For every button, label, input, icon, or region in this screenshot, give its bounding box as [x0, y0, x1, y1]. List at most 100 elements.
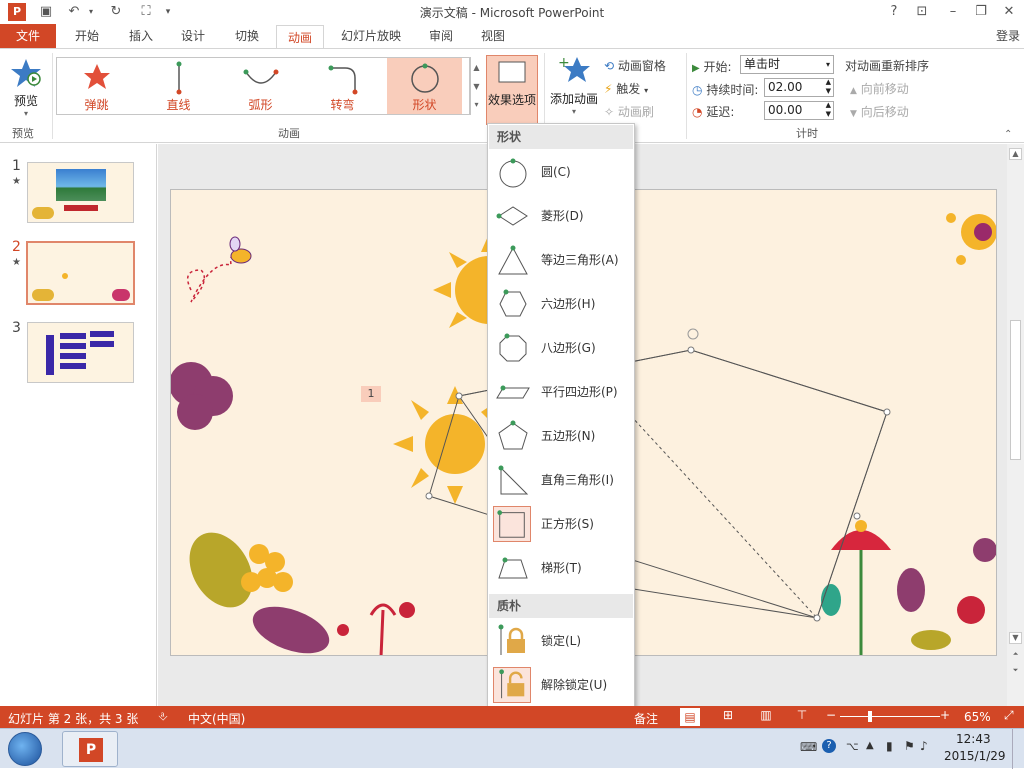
add-animation-button[interactable]: + 添加动画 ▾	[548, 55, 600, 125]
scroll-up-icon[interactable]: ▲	[1009, 148, 1022, 160]
start-button-icon[interactable]	[8, 732, 42, 766]
normal-view-icon[interactable]: ▤	[680, 708, 700, 726]
title-bar: P ▣ ↶ ▾ ↻ ⛶ ▾ 演示文稿 - Microsoft PowerPoin…	[0, 0, 1024, 24]
signin-link[interactable]: 登录	[992, 24, 1024, 49]
volume-icon[interactable]: ♪	[920, 739, 928, 753]
menu-item-triangle[interactable]: 等边三角形(A)	[489, 238, 633, 282]
clock-time[interactable]: 12:43	[956, 732, 991, 746]
help-button[interactable]: ?	[884, 3, 904, 21]
down-triangle-icon: ▼	[850, 109, 857, 119]
animation-painter-button[interactable]: ✧ 动画刷	[604, 103, 684, 121]
spellcheck-icon[interactable]: ⎀	[158, 709, 168, 724]
ime-icon[interactable]: ⌥	[846, 740, 859, 753]
notes-button[interactable]: 备注	[634, 710, 658, 727]
gallery-more-icon[interactable]: ▾	[469, 96, 483, 114]
scroll-down-icon[interactable]: ▼	[1009, 632, 1022, 644]
flag-icon[interactable]: ⚑	[904, 739, 915, 753]
tab-insert[interactable]: 插入	[118, 24, 164, 49]
animation-order-tag[interactable]: 1	[361, 386, 381, 402]
tab-transitions[interactable]: 切换	[224, 24, 270, 49]
menu-item-circle[interactable]: 圆(C)	[489, 150, 633, 194]
zoom-out-icon[interactable]: −	[826, 708, 836, 722]
next-slide-icon[interactable]: ⏷	[1009, 666, 1022, 678]
menu-item-label: 五边形(N)	[541, 429, 596, 443]
slide-position-text: 幻灯片 第 2 张，共 3 张	[8, 712, 139, 726]
zoom-slider-thumb[interactable]	[868, 711, 872, 722]
menu-item-lock[interactable]: 锁定(L)	[489, 619, 633, 663]
windows-taskbar: P ⌨ ? ⌥ ▲ ▮ ⚑ ♪ 12:43 2015/1/29	[0, 728, 1024, 769]
slideshow-view-icon[interactable]: ⊤	[792, 708, 812, 722]
zoom-in-icon[interactable]: +	[940, 708, 950, 722]
gallery-scroll-down-icon[interactable]: ▼	[469, 77, 483, 96]
menu-item-unlock[interactable]: 解除锁定(U)	[489, 663, 633, 707]
tab-animations[interactable]: 动画	[276, 25, 324, 50]
menu-item-square[interactable]: 正方形(S)	[489, 502, 633, 546]
clock-date[interactable]: 2015/1/29	[944, 749, 1006, 763]
vertical-scrollbar[interactable]: ▲ ▼ ⏶ ⏷	[1007, 144, 1024, 706]
slide-thumbnail-1[interactable]	[27, 162, 134, 223]
trigger-button[interactable]: ⚡ 触发 ▾	[604, 80, 684, 98]
circle-icon	[499, 158, 527, 188]
gallery-item-arc[interactable]: 弧形	[223, 58, 298, 114]
slide-thumbnail-2[interactable]	[26, 241, 135, 305]
restore-icon[interactable]: ❐	[970, 3, 992, 21]
effect-options-button[interactable]: 效果选项	[486, 55, 538, 125]
move-earlier-button[interactable]: ▲ 向前移动	[850, 80, 909, 97]
menu-item-trapezoid[interactable]: 梯形(T)	[489, 546, 633, 590]
clock-icon: ◷	[692, 83, 703, 97]
tab-slideshow[interactable]: 幻灯片放映	[332, 24, 410, 49]
prev-slide-icon[interactable]: ⏶	[1009, 650, 1022, 662]
fit-slide-icon[interactable]: ⤢	[1004, 708, 1014, 723]
network-icon[interactable]: ▮	[886, 739, 893, 753]
zoom-level[interactable]: 65%	[964, 710, 991, 724]
scroll-thumb[interactable]	[1010, 320, 1021, 460]
slide-thumbnail-3[interactable]	[27, 322, 134, 383]
tab-view[interactable]: 视图	[470, 24, 516, 49]
menu-item-hexagon[interactable]: 六边形(H)	[489, 282, 633, 326]
duration-field[interactable]: 02.00 ▲ ▼	[764, 78, 834, 97]
slide-thumbnail-pane: 1 ★ 2 ★ 3	[0, 144, 157, 706]
gallery-item-turn[interactable]: 转弯	[305, 58, 380, 114]
preview-button[interactable]: 预览 ▾	[6, 55, 46, 119]
ribbon-display-icon[interactable]: ⊡	[912, 3, 932, 21]
gallery-item-bounce[interactable]: 弹跳	[59, 58, 134, 114]
delay-spinner-icon[interactable]: ▲ ▼	[826, 101, 831, 119]
delay-field[interactable]: 00.00 ▲ ▼	[764, 101, 834, 120]
gallery-item-shape[interactable]: 形状	[387, 58, 462, 114]
slide-sorter-icon[interactable]: ⊞	[718, 708, 738, 722]
zoom-slider[interactable]	[840, 716, 940, 717]
tab-file[interactable]: 文件	[0, 24, 56, 49]
menu-item-label: 梯形(T)	[541, 561, 582, 575]
menu-item-diamond[interactable]: 菱形(D)	[489, 194, 633, 238]
language-text[interactable]: 中文(中国)	[188, 710, 245, 727]
move-later-label: 向后移动	[860, 105, 909, 119]
reorder-title: 对动画重新排序	[845, 59, 930, 73]
minimize-icon[interactable]: –	[942, 3, 964, 21]
move-later-button[interactable]: ▼ 向后移动	[850, 103, 909, 120]
help-tray-icon[interactable]: ?	[822, 739, 836, 753]
show-desktop-button[interactable]	[1012, 729, 1024, 769]
duration-spinner-icon[interactable]: ▲ ▼	[826, 78, 831, 96]
keyboard-icon[interactable]: ⌨	[800, 740, 817, 754]
tab-design[interactable]: 设计	[170, 24, 216, 49]
close-icon[interactable]: ✕	[998, 3, 1020, 21]
reading-view-icon[interactable]: ▥	[756, 708, 776, 722]
taskbar-powerpoint-button[interactable]: P	[62, 731, 118, 767]
gallery-scroll-up-icon[interactable]: ▲	[469, 58, 483, 77]
start-label: ▶ 开始:	[692, 58, 732, 75]
menu-section-shapes: 形状	[489, 125, 633, 149]
menu-item-pentagon[interactable]: 五边形(N)	[489, 414, 633, 458]
tray-expand-icon[interactable]: ▲	[866, 740, 874, 751]
menu-item-octagon[interactable]: 八边形(G)	[489, 326, 633, 370]
delay-label: ◔ 延迟:	[692, 103, 734, 120]
trigger-dropdown-icon: ▾	[644, 86, 649, 95]
menu-item-parallelogram[interactable]: 平行四边形(P)	[489, 370, 633, 414]
animation-pane-label: 动画窗格	[617, 59, 666, 73]
tab-home[interactable]: 开始	[64, 24, 110, 49]
start-select[interactable]: 单击时 ▾	[740, 55, 834, 74]
tab-review[interactable]: 审阅	[418, 24, 464, 49]
animation-pane-button[interactable]: ⟲ 动画窗格	[604, 57, 684, 75]
gallery-item-line[interactable]: 直线	[141, 58, 216, 114]
collapse-ribbon-icon[interactable]: ⌃	[1004, 129, 1012, 140]
menu-item-right-triangle[interactable]: 直角三角形(I)	[489, 458, 633, 502]
